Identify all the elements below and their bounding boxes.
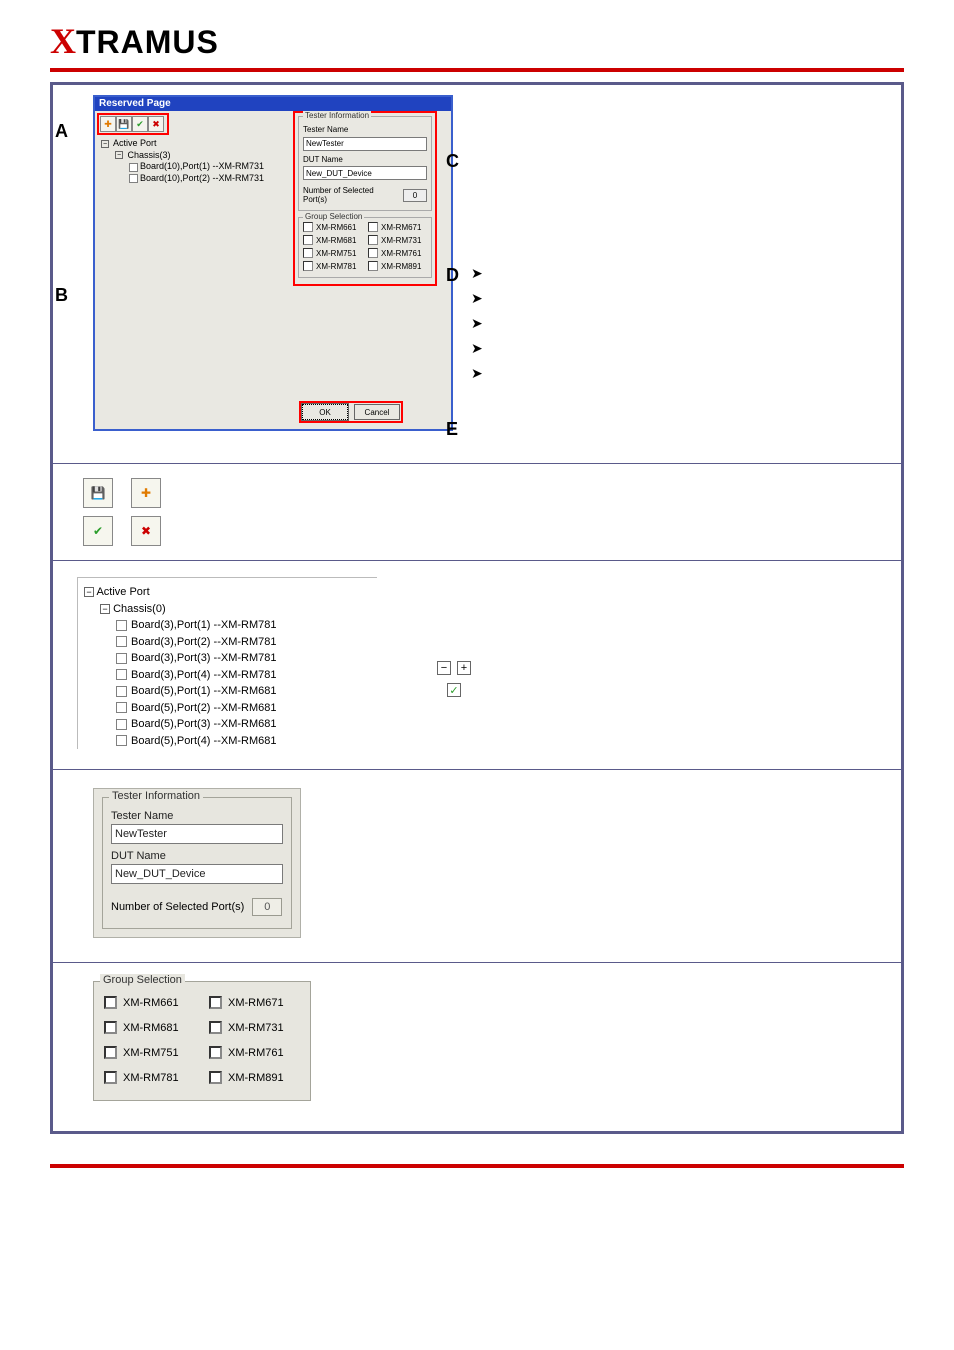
reserved-page-dialog: Reserved Page ✚ 💾 ✔ ✖ − Active Port − C xyxy=(93,95,453,431)
header-rule xyxy=(50,68,904,72)
group-option[interactable]: XM-RM681 xyxy=(303,235,362,245)
dut-name-label: DUT Name xyxy=(303,155,427,164)
group-option[interactable]: XM-RM751 xyxy=(303,248,362,258)
legend: Group Selection xyxy=(303,212,364,221)
group-selection-panel: Group Selection XM-RM661 XM-RM671 XM-RM6… xyxy=(93,981,311,1101)
marker-e: E xyxy=(446,419,458,440)
logo-rest: TRAMUS xyxy=(76,24,219,61)
dialog-title: Reserved Page xyxy=(95,97,451,111)
group-selection-small: Group Selection XM-RM661 XM-RM671 XM-RM6… xyxy=(298,217,432,278)
group-option[interactable]: XM-RM731 xyxy=(368,235,427,245)
tree-item[interactable]: Board(10),Port(1) --XM-RM731 xyxy=(129,161,293,173)
tester-name-label: Tester Name xyxy=(303,125,427,134)
group-option[interactable]: XM-RM761 xyxy=(209,1046,300,1059)
apply-icon[interactable]: ✔ xyxy=(83,516,113,546)
ports-label: Number of Selected Port(s) xyxy=(303,186,399,204)
arrow-icon: ➤ xyxy=(471,340,483,357)
tester-info-small: Tester Information Tester Name DUT Name … xyxy=(298,116,432,211)
ports-count xyxy=(403,189,427,202)
group-option[interactable]: XM-RM781 xyxy=(303,261,362,271)
marker-d: D xyxy=(446,265,459,286)
tester-name-input[interactable] xyxy=(111,824,283,844)
collapse-icon[interactable]: − xyxy=(437,661,451,675)
check-icon[interactable]: ✓ xyxy=(447,683,461,697)
tree-chassis: Chassis(0) xyxy=(113,603,166,615)
tree-item[interactable]: Board(5),Port(4) --XM-RM681 xyxy=(116,733,377,750)
tree-item[interactable]: Board(3),Port(1) --XM-RM781 xyxy=(116,617,377,634)
tester-name-label: Tester Name xyxy=(111,810,283,822)
port-tree-small: − Active Port − Chassis(3) Board(10),Por… xyxy=(95,135,293,185)
add-icon[interactable]: ✚ xyxy=(131,478,161,508)
toolbar: ✚ 💾 ✔ ✖ xyxy=(97,113,169,135)
dut-name-input[interactable] xyxy=(111,864,283,884)
group-option[interactable]: XM-RM661 xyxy=(104,996,195,1009)
layout-table: A B Reserved Page ✚ 💾 ✔ ✖ − Active Port xyxy=(50,82,904,1134)
arrow-icon: ➤ xyxy=(471,315,483,332)
tree-item[interactable]: Board(10),Port(2) --XM-RM731 xyxy=(129,173,293,185)
save-icon[interactable]: 💾 xyxy=(83,478,113,508)
tree-item[interactable]: Board(5),Port(3) --XM-RM681 xyxy=(116,716,377,733)
dut-name-label: DUT Name xyxy=(111,850,283,862)
tree-root: Active Port xyxy=(96,586,149,598)
tree-root: Active Port xyxy=(113,138,157,148)
apply-icon[interactable]: ✔ xyxy=(132,116,148,132)
tree-item[interactable]: Board(3),Port(2) --XM-RM781 xyxy=(116,634,377,651)
dialog-buttons: OK Cancel xyxy=(299,401,403,423)
tree-item[interactable]: Board(3),Port(4) --XM-RM781 xyxy=(116,667,377,684)
logo: X TRAMUS xyxy=(50,20,904,62)
arrow-icon: ➤ xyxy=(471,265,483,282)
legend: Group Selection xyxy=(100,974,185,986)
group-option[interactable]: XM-RM671 xyxy=(209,996,300,1009)
marker-c: C xyxy=(446,151,459,172)
group-option[interactable]: XM-RM781 xyxy=(104,1071,195,1084)
save-icon[interactable]: 💾 xyxy=(116,116,132,132)
tree-item[interactable]: Board(5),Port(1) --XM-RM681 xyxy=(116,683,377,700)
arrow-icon: ➤ xyxy=(471,290,483,307)
footer-rule xyxy=(50,1164,904,1168)
ports-count xyxy=(252,898,282,916)
expand-collapse-icons: − + ✓ xyxy=(437,661,471,697)
legend: Tester Information xyxy=(109,790,203,802)
expand-icon[interactable]: + xyxy=(457,661,471,675)
ok-button[interactable]: OK xyxy=(302,404,348,420)
bullet-arrows: ➤ ➤ ➤ ➤ ➤ xyxy=(471,265,483,382)
group-option[interactable]: XM-RM761 xyxy=(368,248,427,258)
group-option[interactable]: XM-RM671 xyxy=(368,222,427,232)
ports-label: Number of Selected Port(s) xyxy=(111,901,244,913)
tree-item[interactable]: Board(3),Port(3) --XM-RM781 xyxy=(116,650,377,667)
group-option[interactable]: XM-RM891 xyxy=(368,261,427,271)
group-option[interactable]: XM-RM681 xyxy=(104,1021,195,1034)
group-option[interactable]: XM-RM661 xyxy=(303,222,362,232)
toolbar-icons-large: 💾 ✔ ✚ ✖ xyxy=(53,464,901,560)
active-port-tree: − Active Port − Chassis(0) Board(3),Port… xyxy=(77,577,377,749)
add-icon[interactable]: ✚ xyxy=(100,116,116,132)
dut-name-input[interactable] xyxy=(303,166,427,180)
logo-x: X xyxy=(50,20,76,62)
group-option[interactable]: XM-RM731 xyxy=(209,1021,300,1034)
delete-icon[interactable]: ✖ xyxy=(148,116,164,132)
group-option[interactable]: XM-RM751 xyxy=(104,1046,195,1059)
cancel-button[interactable]: Cancel xyxy=(354,404,400,420)
marker-b: B xyxy=(55,285,68,306)
group-option[interactable]: XM-RM891 xyxy=(209,1071,300,1084)
tester-name-input[interactable] xyxy=(303,137,427,151)
tester-info-panel: Tester Information Tester Name DUT Name … xyxy=(93,788,301,938)
delete-icon[interactable]: ✖ xyxy=(131,516,161,546)
legend: Tester Information xyxy=(303,111,371,120)
tree-chassis: Chassis(3) xyxy=(128,150,171,160)
arrow-icon: ➤ xyxy=(471,365,483,382)
marker-a: A xyxy=(55,121,68,142)
tree-item[interactable]: Board(5),Port(2) --XM-RM681 xyxy=(116,700,377,717)
